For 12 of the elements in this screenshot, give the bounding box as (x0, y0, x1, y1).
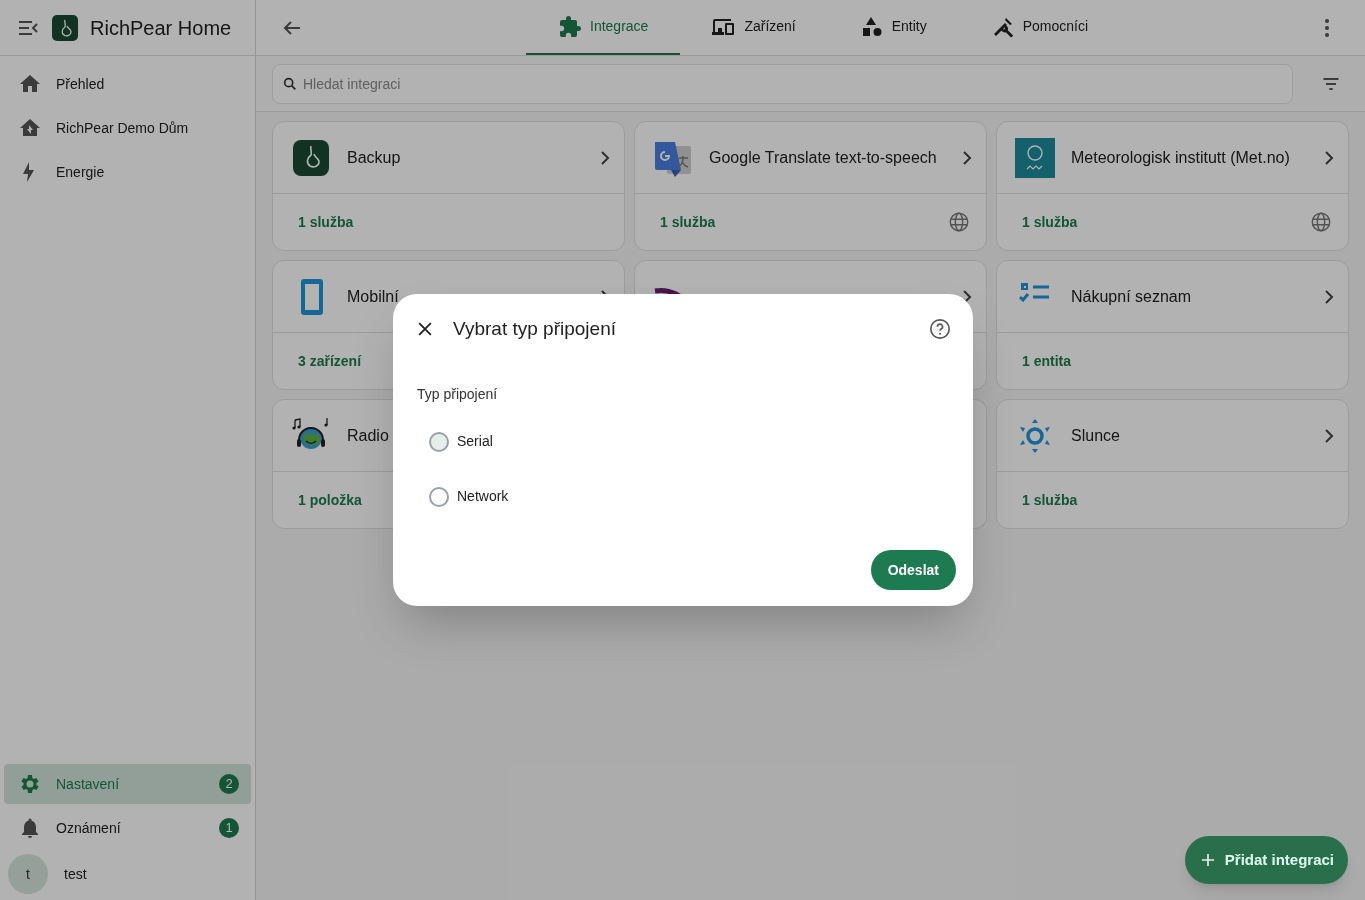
integration-title: Google Translate text-to-speech (709, 147, 937, 168)
integration-title: Mobilní (347, 286, 399, 307)
field-label: Typ připojení (417, 386, 498, 402)
integration-title: Radio (347, 425, 389, 446)
integration-title: Backup (347, 147, 401, 168)
dialog-title: Vybrat typ připojení (453, 316, 616, 341)
count-badge: 2 (219, 774, 239, 794)
integration-title: Meteorologisk institutt (Met.no) (1071, 147, 1290, 168)
count-badge: 1 (219, 818, 239, 838)
integration-title: Slunce (1071, 425, 1120, 446)
app-title: RichPear Home (90, 15, 232, 41)
integration-title: Nákupní seznam (1071, 286, 1192, 307)
